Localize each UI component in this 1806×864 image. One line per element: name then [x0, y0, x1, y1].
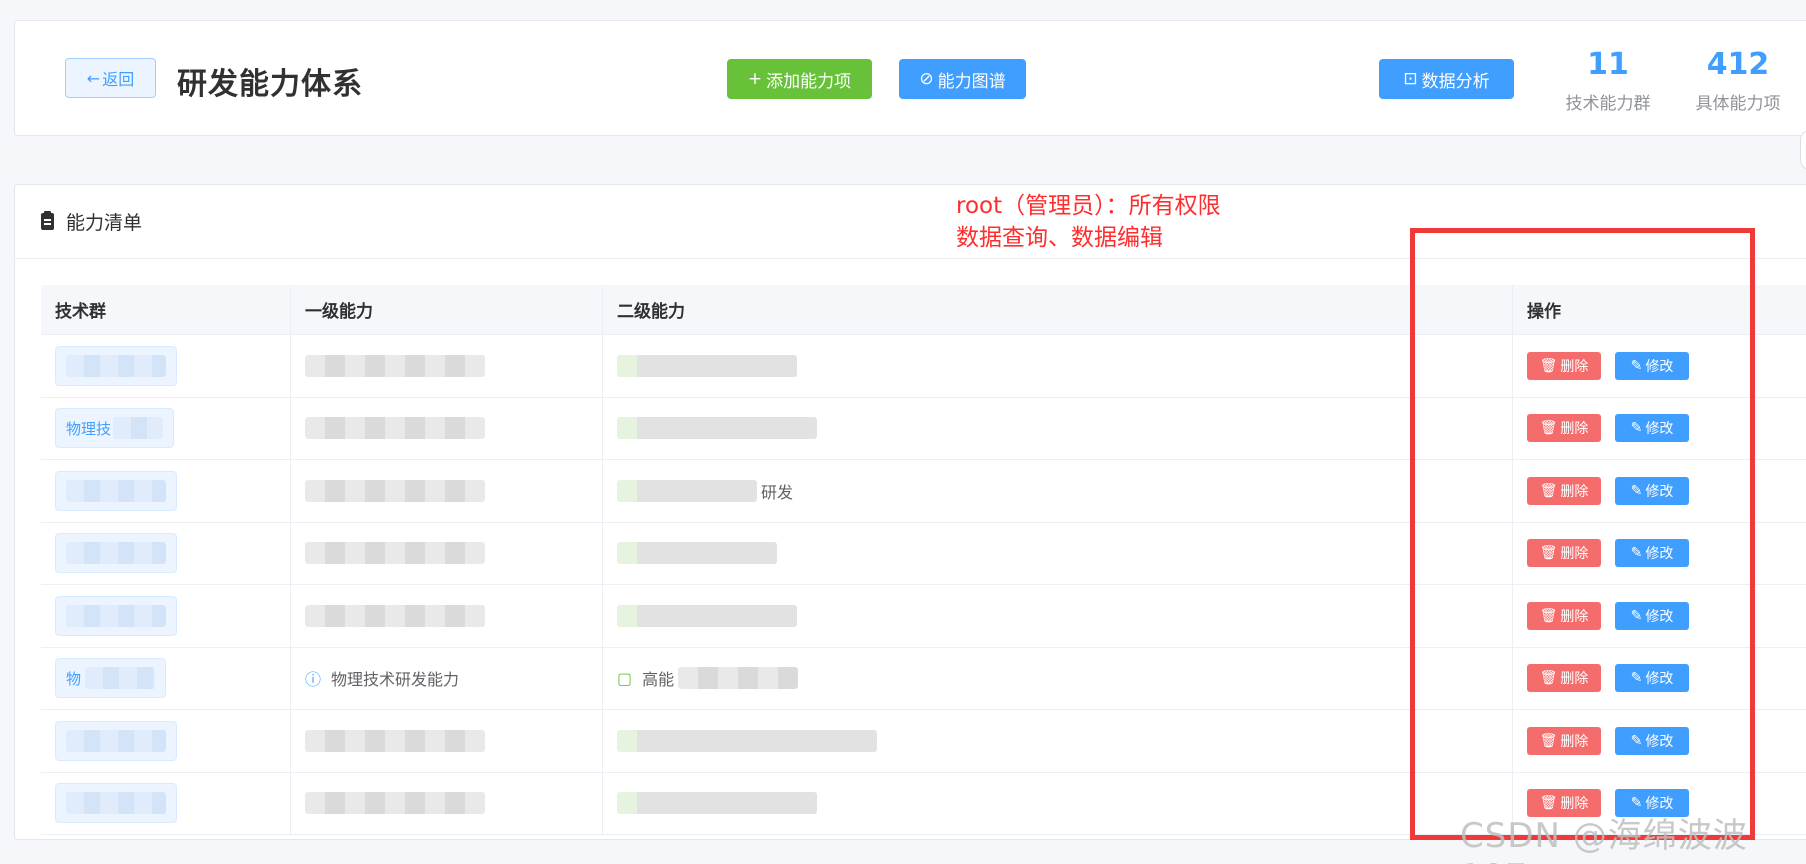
info-icon: ⓘ	[305, 670, 322, 690]
annotation-line-1: root（管理员）：所有权限	[956, 193, 1221, 219]
group-tag: 物	[55, 658, 167, 699]
redacted-text	[66, 604, 166, 627]
redacted-text	[305, 729, 485, 752]
highlight-box	[1410, 228, 1755, 840]
redacted-text	[305, 604, 485, 627]
redacted-text	[678, 667, 799, 690]
stat-capability-items-value: 412	[1706, 47, 1770, 82]
redacted-text	[66, 792, 166, 815]
redacted-text	[66, 354, 166, 377]
redacted-text	[66, 729, 166, 752]
capability-graph-label: 能力图谱	[937, 71, 1006, 92]
back-button-label: 返回	[102, 70, 135, 89]
group-tag: 物理技	[55, 408, 175, 449]
group-text: 物	[66, 669, 82, 688]
redacted-text	[66, 542, 166, 565]
level2-text: 研发	[761, 482, 794, 502]
level2-text: 高能	[642, 670, 675, 690]
stat-tech-groups-value: 11	[1587, 47, 1629, 82]
capability-graph-button[interactable]: ⊘ 能力图谱	[899, 59, 1026, 99]
redacted-text	[305, 417, 485, 440]
link-icon: ⊘	[919, 69, 934, 89]
check-icon: ▢	[617, 668, 633, 688]
redacted-text	[617, 417, 817, 440]
monitor-icon: ⊡	[1403, 69, 1418, 89]
group-tag	[55, 470, 177, 511]
stat-tech-groups: 11 技术能力群	[1553, 47, 1663, 114]
clipboard-icon	[41, 211, 54, 230]
column-header-level1: 一级能力	[291, 285, 603, 334]
plus-icon: +	[747, 69, 763, 89]
add-capability-label: 添加能力项	[766, 71, 852, 92]
stat-tech-groups-label: 技术能力群	[1565, 94, 1651, 114]
redacted-text	[617, 479, 757, 502]
column-header-group: 技术群	[41, 285, 291, 334]
redacted-text	[617, 792, 817, 815]
permission-annotation: root（管理员）：所有权限 数据查询、数据编辑	[956, 190, 1221, 254]
redacted-text	[617, 542, 777, 565]
page-title: 研发能力体系	[177, 67, 363, 102]
watermark: CSDN @海绵波波107	[1460, 816, 1748, 864]
group-tag	[55, 595, 177, 636]
header-card: ← 返回 研发能力体系 + 添加能力项 ⊘ 能力图谱 ⊡ 数据分析 11 技术能…	[14, 20, 1806, 136]
redacted-text	[617, 729, 877, 752]
stat-capability-items-label: 具体能力项	[1695, 94, 1781, 114]
redacted-text	[113, 417, 164, 440]
group-tag	[55, 345, 177, 386]
group-tag	[55, 533, 177, 574]
add-capability-button[interactable]: + 添加能力项	[727, 59, 872, 99]
group-tag	[55, 720, 177, 761]
arrow-left-icon: ←	[86, 68, 101, 88]
side-scroll-handle[interactable]	[1800, 130, 1806, 170]
level1-text: 物理技术研发能力	[331, 670, 460, 690]
redacted-text	[617, 604, 797, 627]
redacted-text	[305, 479, 485, 502]
group-tag	[55, 783, 177, 824]
stat-capability-items: 412 具体能力项	[1673, 47, 1803, 114]
list-title: 能力清单	[66, 212, 143, 234]
redacted-text	[305, 354, 485, 377]
redacted-text	[617, 354, 797, 377]
data-analysis-label: 数据分析	[1421, 71, 1490, 92]
back-button[interactable]: ← 返回	[65, 58, 156, 98]
redacted-text	[305, 542, 485, 565]
group-text: 物理技	[66, 419, 112, 438]
redacted-text	[66, 479, 166, 502]
column-header-level2: 二级能力	[603, 285, 1513, 334]
redacted-text	[305, 792, 485, 815]
annotation-line-2: 数据查询、数据编辑	[956, 225, 1163, 251]
redacted-text	[85, 667, 156, 690]
data-analysis-button[interactable]: ⊡ 数据分析	[1379, 59, 1514, 99]
